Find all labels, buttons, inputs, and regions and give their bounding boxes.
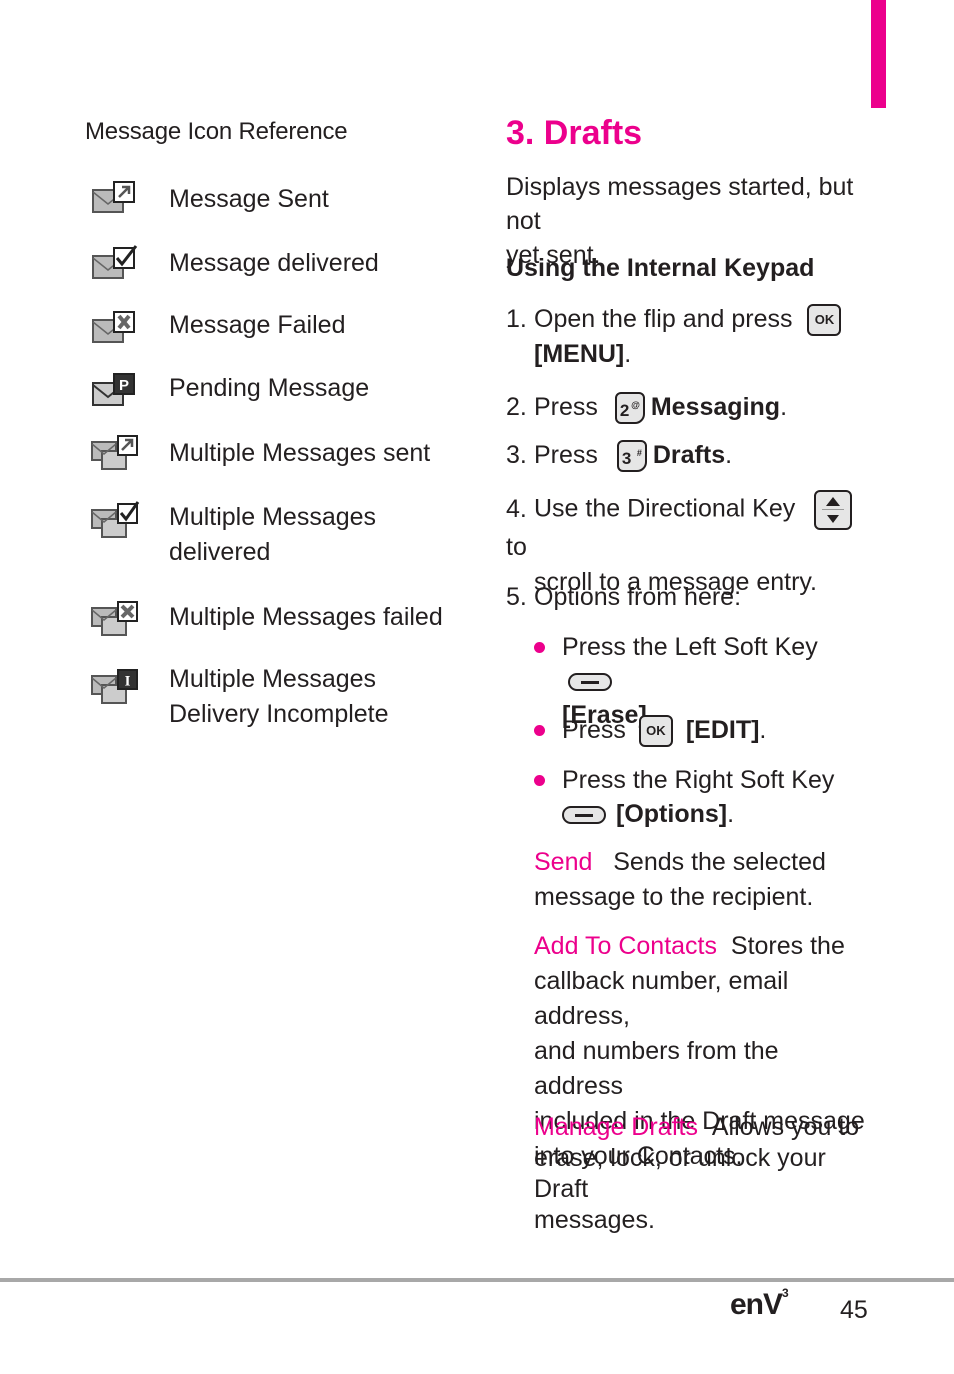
ok-key-icon: OK [638, 715, 673, 748]
svg-text:I: I [125, 674, 131, 690]
bullet-dot [534, 642, 545, 653]
key-symbol: # [636, 448, 642, 459]
icon-row: Message Sent [85, 180, 329, 220]
option-desc: message to the recipient. [534, 883, 814, 911]
punctuation: . [727, 800, 735, 828]
page-title: 3. Drafts [506, 114, 643, 152]
left-soft-key-icon [568, 673, 612, 692]
multiple-messages-incomplete-icon: I [91, 669, 138, 704]
right-soft-key-icon [562, 806, 606, 825]
icon-label-line: delivered [169, 538, 271, 566]
option-send: Send Sends the selected message to the r… [534, 845, 869, 915]
key-digit: 3 [621, 449, 632, 469]
intro-line: Displays messages started, but not [506, 173, 854, 235]
step-text: Press [534, 393, 598, 421]
option-desc: callback number, email address, [534, 967, 789, 1030]
icon-label: Multiple Messages Delivery Incomplete [169, 662, 389, 732]
option-term: Manage Drafts [534, 1113, 698, 1141]
section-heading: Message Icon Reference [85, 118, 348, 145]
multiple-messages-failed-icon [91, 601, 138, 636]
step-text: Options from here: [534, 583, 742, 611]
chapter-tab-marker [871, 0, 886, 108]
message-sent-icon [92, 181, 135, 213]
pending-message-icon: P [92, 373, 135, 406]
bullet-text: Press the Left Soft Key [562, 633, 818, 661]
footer-divider [0, 1278, 954, 1282]
bullet-dot [534, 775, 545, 786]
option-desc: erase, lock, or unlock your Draft [534, 1144, 826, 1203]
page-number: 45 [840, 1296, 868, 1324]
icon-label-line: Multiple Messages [169, 503, 377, 531]
icon-label: Message Failed [169, 311, 346, 339]
bullet-dot [534, 725, 545, 736]
icon-label: Message Sent [169, 185, 329, 213]
options-label: [Options] [616, 800, 728, 828]
icon-row: Message Failed [85, 308, 345, 348]
punctuation: . [780, 393, 788, 421]
icon-row: I Multiple Messages Delivery Incomplete [85, 665, 389, 728]
message-icon-reference: Message Icon Reference Message Sent Mess… [85, 118, 455, 728]
multiple-messages-delivered-icon [91, 501, 140, 538]
option-desc: Allows you to [711, 1113, 860, 1141]
logo-text: enV [730, 1288, 783, 1321]
icon-row: Multiple Messages failed [85, 598, 443, 638]
directional-key-icon [814, 490, 853, 530]
option-manage-drafts: Manage Drafts Allows you to erase, lock,… [534, 1112, 869, 1236]
step-text-after: to [506, 533, 527, 561]
edit-label: [EDIT] [685, 716, 760, 744]
step-3: 3. Press 3 # Drafts. [506, 438, 871, 473]
ok-key-icon: OK [807, 304, 842, 337]
icon-label-line: Multiple Messages [169, 665, 377, 693]
step-2: 2. Press 2 @ Messaging. [506, 390, 871, 425]
option-desc: and numbers from the address [534, 1037, 779, 1100]
drafts-label: Drafts [652, 441, 726, 469]
icon-row: Message delivered [85, 244, 379, 284]
option-term: Send [534, 848, 593, 876]
bullet-text: Press [562, 716, 626, 744]
step-number: 4. [506, 494, 527, 523]
svg-text:P: P [119, 377, 129, 394]
icon-label: Message delivered [169, 249, 379, 277]
punctuation: . [759, 716, 767, 744]
option-term: Add To Contacts [534, 932, 717, 960]
icon-row: P Pending Message [85, 371, 369, 411]
punctuation: . [725, 441, 733, 469]
step-number: 3. [506, 441, 527, 469]
icon-label: Multiple Messages sent [169, 439, 431, 467]
logo-superscript: 3 [782, 1286, 789, 1300]
option-desc: messages. [534, 1206, 655, 1234]
icon-label: Multiple Messages delivered [169, 500, 376, 570]
icon-label: Pending Message [169, 374, 370, 402]
multiple-messages-sent-icon [91, 435, 138, 470]
env3-logo: enV3 [730, 1286, 789, 1322]
icon-row: Multiple Messages sent [85, 434, 430, 474]
step-5: 5. Options from here: [506, 580, 871, 615]
subheading: Using the Internal Keypad [506, 254, 815, 282]
icon-label: Multiple Messages failed [169, 603, 443, 631]
bullet-right-soft-key: Press the Right Soft Key [Options]. [534, 763, 864, 831]
menu-label: [MENU] [534, 340, 625, 368]
key-2-icon: 2 @ [614, 392, 645, 425]
step-number: 5. [506, 583, 527, 611]
key-3-icon: 3 # [616, 440, 647, 473]
message-failed-icon [92, 311, 135, 343]
option-desc: Stores the [730, 932, 845, 960]
icon-label-line: Delivery Incomplete [169, 700, 389, 728]
message-delivered-icon [92, 245, 138, 279]
step-text: Use the Directional Key [534, 494, 796, 523]
punctuation: . [624, 340, 632, 368]
option-desc: Sends the selected [613, 848, 826, 876]
step-1: 1. Open the flip and press OK [MENU]. [506, 302, 871, 372]
messaging-label: Messaging [650, 393, 781, 421]
icon-row: Multiple Messages delivered [85, 500, 376, 566]
step-number: 1. [506, 305, 527, 333]
step-text: Press [534, 441, 598, 469]
key-symbol: @ [631, 400, 640, 411]
step-text: Open the flip and press [534, 305, 793, 333]
step-number: 2. [506, 393, 527, 421]
bullet-text: Press the Right Soft Key [562, 766, 835, 794]
bullet-ok-key: Press OK [EDIT]. [534, 713, 864, 748]
